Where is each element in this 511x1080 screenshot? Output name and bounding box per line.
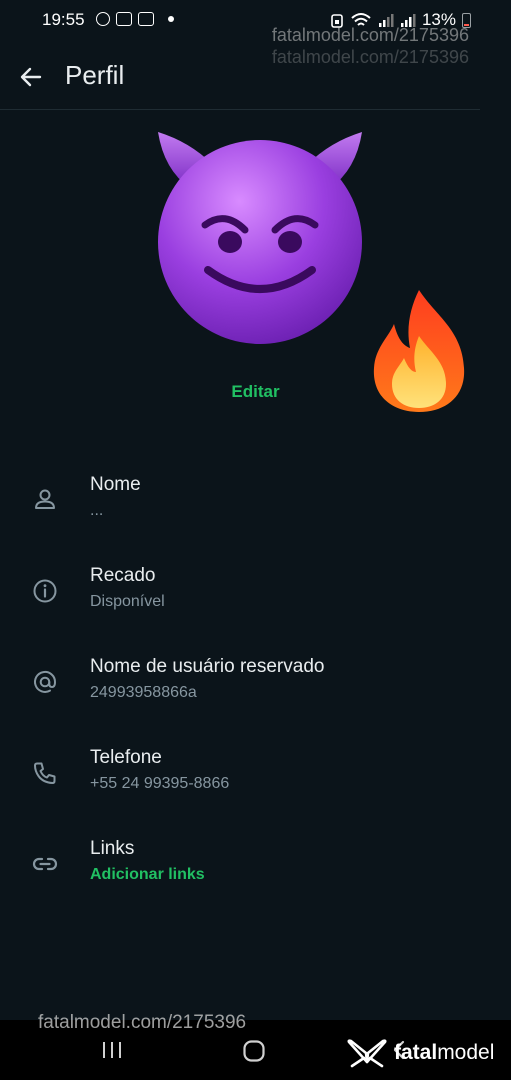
app-notification-icon xyxy=(116,12,132,26)
field-label-name: Nome xyxy=(90,474,141,495)
phone-icon xyxy=(34,762,56,784)
status-time: 19:55 xyxy=(42,10,85,29)
link-icon xyxy=(32,857,58,871)
field-value-username: 24993958866a xyxy=(90,684,197,701)
info-icon xyxy=(33,579,57,603)
field-value-name: ... xyxy=(90,502,104,519)
field-row-status[interactable]: Recado Disponível xyxy=(0,565,480,635)
brand-watermark: fatalmodel xyxy=(346,1036,494,1070)
field-label-status: Recado xyxy=(90,565,156,586)
smiling-devil-emoji xyxy=(158,132,362,344)
status-left-icons xyxy=(96,12,174,26)
edit-photo-button[interactable]: Editar xyxy=(0,382,511,402)
sync-icon xyxy=(96,12,110,26)
app-notification-icon xyxy=(138,12,154,26)
profile-photo[interactable] xyxy=(150,130,370,345)
watermark-top-text: fatalmodel.com/2175396 xyxy=(271,25,469,45)
arrow-left-icon[interactable] xyxy=(18,64,44,90)
page-title: Perfil xyxy=(65,60,125,90)
watermark-bottom: fatalmodel.com/2175396 xyxy=(38,1012,247,1033)
recent-apps-icon[interactable] xyxy=(100,1040,124,1060)
at-icon xyxy=(34,670,57,693)
add-links-button[interactable]: Adicionar links xyxy=(90,866,205,884)
field-row-phone[interactable]: Telefone +55 24 99395-8866 xyxy=(0,747,480,817)
butterfly-logo-icon xyxy=(347,1039,387,1068)
field-label-phone: Telefone xyxy=(90,747,162,768)
person-icon xyxy=(35,489,55,509)
brand-name: fatalmodel xyxy=(394,1041,494,1065)
home-icon[interactable] xyxy=(242,1039,266,1063)
brand-name-rest: model xyxy=(437,1041,495,1064)
brand-name-bold: fatal xyxy=(394,1041,438,1064)
top-app-bar: Perfil xyxy=(0,45,480,110)
field-row-links[interactable]: Links Adicionar links xyxy=(0,838,480,908)
field-label-links: Links xyxy=(90,838,135,859)
more-notifications-dot-icon xyxy=(168,16,174,22)
field-value-phone: +55 24 99395-8866 xyxy=(90,775,230,792)
field-value-status: Disponível xyxy=(90,593,165,610)
field-label-username: Nome de usuário reservado xyxy=(90,656,325,677)
field-row-username[interactable]: Nome de usuário reservado 24993958866a xyxy=(0,656,480,726)
field-row-name[interactable]: Nome ... xyxy=(0,474,480,544)
